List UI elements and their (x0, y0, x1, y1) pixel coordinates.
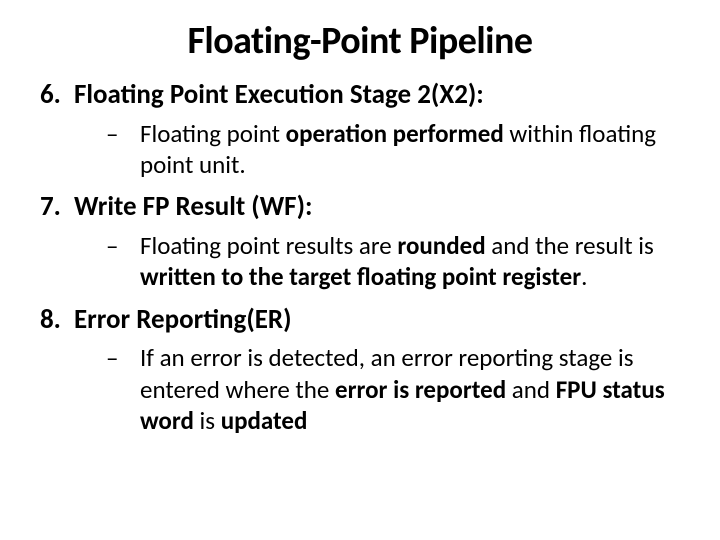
item-number: 6. (40, 78, 74, 112)
item-heading: Error Reporting(ER) (74, 303, 680, 337)
sub-item: – Floating point operation performed wit… (106, 118, 680, 181)
dash-bullet: – (106, 342, 140, 373)
dash-bullet: – (106, 230, 140, 261)
list-item: 8. Error Reporting(ER) – If an error is … (40, 303, 680, 437)
sub-item: – Floating point results are rounded and… (106, 230, 680, 293)
sub-list: – If an error is detected, an error repo… (40, 342, 680, 436)
sub-list: – Floating point results are rounded and… (40, 230, 680, 293)
main-list: 6. Floating Point Execution Stage 2(X2):… (40, 78, 680, 436)
text-run: . (581, 261, 587, 292)
item-heading-row: 7. Write FP Result (WF): (40, 190, 680, 224)
text-run: and (506, 374, 556, 405)
text-run: is (200, 405, 221, 436)
sub-body: Floating point operation performed withi… (140, 118, 680, 181)
slide-title: Floating-Point Pipeline (40, 18, 680, 64)
item-heading: Floating Point Execution Stage 2(X2): (74, 78, 680, 112)
item-heading-row: 8. Error Reporting(ER) (40, 303, 680, 337)
list-item: 6. Floating Point Execution Stage 2(X2):… (40, 78, 680, 180)
sub-list: – Floating point operation performed wit… (40, 118, 680, 181)
text-run: Floating point results are (140, 230, 397, 261)
bold-run: operation performed (286, 118, 504, 149)
bold-run: error is reported (335, 374, 506, 405)
bold-run: written to the target floating point reg… (140, 261, 581, 292)
sub-item: – If an error is detected, an error repo… (106, 342, 680, 436)
bold-run: updated (221, 405, 308, 436)
item-number: 7. (40, 190, 74, 224)
item-heading: Write FP Result (WF): (74, 190, 680, 224)
text-run: Floating point (140, 118, 286, 149)
bold-run: rounded (397, 230, 491, 261)
sub-body: If an error is detected, an error report… (140, 342, 680, 436)
sub-body: Floating point results are rounded and t… (140, 230, 680, 293)
item-heading-row: 6. Floating Point Execution Stage 2(X2): (40, 78, 680, 112)
item-number: 8. (40, 303, 74, 337)
slide: Floating-Point Pipeline 6. Floating Poin… (0, 0, 720, 540)
dash-bullet: – (106, 118, 140, 149)
list-item: 7. Write FP Result (WF): – Floating poin… (40, 190, 680, 292)
text-run: and the result is (491, 230, 654, 261)
